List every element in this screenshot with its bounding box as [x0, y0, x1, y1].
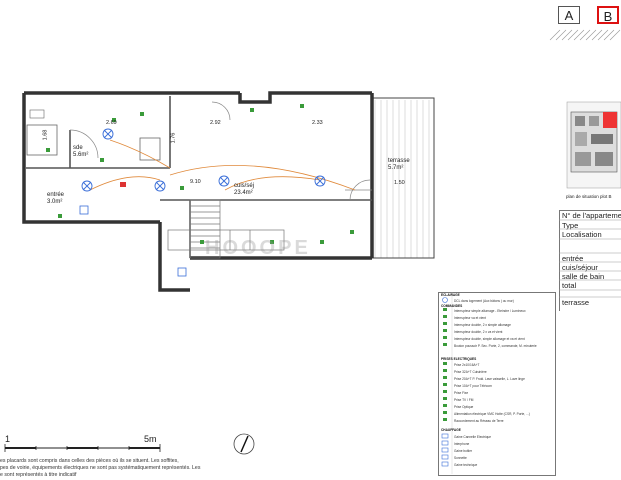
- dim-label: 9.10: [190, 179, 201, 185]
- legend-item: Interrupteur va et vient: [454, 316, 486, 320]
- legend-item: DCL dans logement (Aux bâtons ) ou mur): [454, 299, 514, 303]
- legend-item: Bouton poussoir P. Sec. Porte, 2, comman…: [454, 344, 537, 348]
- legend-item: Prise 32A+T Cuisinière: [454, 370, 487, 374]
- dim-label: 2.33: [312, 120, 323, 126]
- legend-item: Interrupteur double, 2 x va et vient: [454, 330, 503, 334]
- legend-section-title: CHAUFFAGE: [441, 428, 461, 432]
- room-area-entree: 3.0m²: [47, 199, 63, 205]
- dim-label: 1.76: [170, 132, 177, 144]
- legend-item: Prise 2x10/16A+T: [454, 363, 480, 367]
- note-line: pes de voirie, équipements électriques n…: [0, 465, 201, 471]
- north-arrow-icon: [233, 433, 255, 455]
- room-name-sde: sde: [73, 145, 83, 151]
- situation-caption: plan de situation plot B: [566, 194, 612, 199]
- room-area-terrasse: 5.7m²: [388, 165, 404, 171]
- legend-item: Interphone: [454, 442, 470, 446]
- legend-item: Gaine technique: [454, 463, 478, 467]
- legend-item: Prise Optique: [454, 405, 474, 409]
- legend-section-title: ECLAIRAGE: [441, 293, 460, 297]
- legend-item: Prise 20A+T P. Froid. Lave vaisselle, L.…: [454, 377, 525, 381]
- legend-item: Prise 10A+T pour Télécom: [454, 384, 492, 388]
- legend-item: Prise TV / FM: [454, 398, 474, 402]
- dim-label: 2.69: [106, 120, 117, 126]
- watermark: HOOOPE: [205, 237, 311, 259]
- legend-item: Sonnette: [454, 456, 467, 460]
- legend-item: Interrupteur double, simple allumage et …: [454, 337, 525, 341]
- scale-end: 5m: [144, 434, 157, 444]
- legend-item: Interrupteur double, 2 x simple allumage: [454, 323, 511, 327]
- legend-item: Prise Fixe: [454, 391, 469, 395]
- legend-item: Alimentation électrique VMC Hotte (CSR, …: [454, 412, 530, 416]
- corner-hatch: [549, 29, 621, 41]
- dim-label: 1.68: [42, 129, 49, 141]
- info-table-lines: [559, 219, 621, 298]
- room-area-sde: 5.6m²: [73, 152, 89, 158]
- room-name-entree: entrée: [47, 192, 65, 198]
- room-name-terrasse: terrasse: [388, 158, 410, 164]
- room-name-cuisine: cuis/séj: [234, 183, 255, 189]
- note-line: es placards sont compris dans celles des…: [0, 458, 179, 464]
- legend-item: Gaine Cannelle Electrique: [454, 435, 492, 439]
- legend-item: Interrupteur simple allumage - Eteindre …: [454, 309, 526, 313]
- dim-label: 1.50: [394, 180, 405, 186]
- legend-section-title: PRISES ELECTRIQUES: [441, 357, 477, 361]
- scale-start: 1: [5, 434, 11, 444]
- situation-plan: [566, 101, 621, 189]
- tab-a[interactable]: A: [558, 6, 580, 24]
- dim-label: 2.92: [210, 120, 221, 126]
- tab-b[interactable]: B: [597, 6, 619, 24]
- legend-item: Gaine boitier: [454, 449, 473, 453]
- legend-section-title: COMMANDES: [441, 304, 463, 308]
- legend-item: Raccordement au Réseau de Terre: [454, 419, 504, 423]
- light-points: [81, 128, 326, 192]
- room-area-cuisine: 23.4m²: [234, 190, 253, 196]
- terrace-deck: [374, 100, 430, 258]
- note-line: e sont représentés à titre indicatif: [0, 472, 77, 478]
